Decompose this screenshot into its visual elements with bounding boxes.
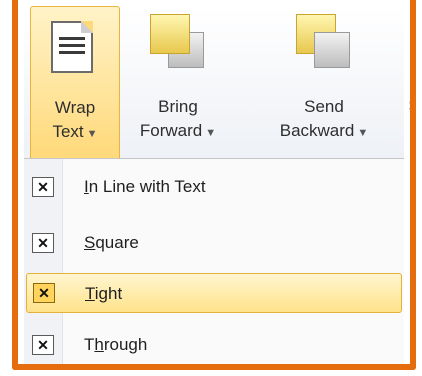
send-backward-icon	[296, 14, 354, 74]
menu-item-through[interactable]: ✕ Through	[24, 325, 404, 364]
wrap-text-icon	[51, 21, 93, 73]
menu-item-label: Tight	[85, 284, 123, 303]
send-backward-label-line1: Send	[304, 97, 344, 116]
menu-item-in-line-with-text[interactable]: ✕ In Line with Text	[24, 167, 404, 207]
bring-forward-button[interactable]: Bring Forward ▼	[124, 6, 232, 158]
dropdown-arrow-icon: ▼	[205, 127, 217, 139]
highlight-frame: Wrap Text ▼ Bring Forward ▼ Send Backward ▼…	[12, 0, 416, 370]
menu-item-label: Through	[84, 335, 148, 354]
bring-forward-icon	[150, 14, 208, 74]
selection-pane-button-partial[interactable]: Se	[408, 6, 410, 158]
inline-with-text-icon: ✕	[32, 177, 54, 197]
bring-forward-label-line2: Forward ▼	[139, 121, 217, 140]
wrap-text-label-line1: Wrap	[54, 98, 96, 117]
ribbon-arrange-group: Wrap Text ▼ Bring Forward ▼ Send Backward ▼…	[24, 6, 410, 158]
menu-item-square[interactable]: ✕ Square	[24, 223, 404, 263]
send-backward-button[interactable]: Send Backward ▼	[264, 6, 384, 158]
dropdown-arrow-icon: ▼	[357, 127, 369, 139]
menu-item-label: In Line with Text	[84, 177, 206, 196]
bring-forward-label-line1: Bring	[158, 97, 198, 116]
square-wrap-icon: ✕	[32, 233, 54, 253]
wrap-text-button[interactable]: Wrap Text ▼	[30, 6, 120, 158]
menu-item-label: Square	[84, 233, 139, 252]
selection-pane-label-partial: Se	[408, 96, 410, 116]
tight-wrap-icon: ✕	[33, 283, 55, 303]
dropdown-arrow-icon: ▼	[86, 128, 98, 140]
menu-item-tight[interactable]: ✕ Tight	[26, 273, 402, 313]
wrap-text-label-line2: Text ▼	[52, 122, 98, 141]
send-backward-label-line2: Backward ▼	[279, 121, 369, 140]
through-wrap-icon: ✕	[32, 335, 54, 355]
wrap-text-dropdown-menu: ✕ In Line with Text ✕ Square ✕ Tight ✕ T…	[24, 158, 404, 364]
